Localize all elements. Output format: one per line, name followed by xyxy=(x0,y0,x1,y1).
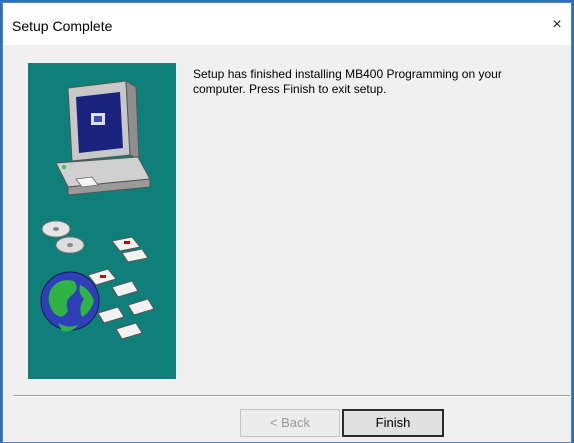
cd-disc-icon xyxy=(41,220,85,254)
window-title: Setup Complete xyxy=(12,18,113,34)
finish-button[interactable]: Finish xyxy=(342,409,444,437)
completion-message: Setup has finished installing MB400 Prog… xyxy=(193,67,502,96)
setup-complete-dialog: Setup Complete × Setup has finished inst… xyxy=(2,2,572,443)
button-separator xyxy=(13,395,570,397)
computer-icon xyxy=(55,80,151,196)
back-button[interactable]: < Back xyxy=(240,409,340,437)
setup-illustration-panel xyxy=(28,63,176,379)
globe-icon xyxy=(40,271,100,332)
floppy-disk-icon xyxy=(87,236,155,340)
close-button[interactable]: × xyxy=(543,11,571,39)
title-bar: Setup Complete × xyxy=(3,3,571,45)
